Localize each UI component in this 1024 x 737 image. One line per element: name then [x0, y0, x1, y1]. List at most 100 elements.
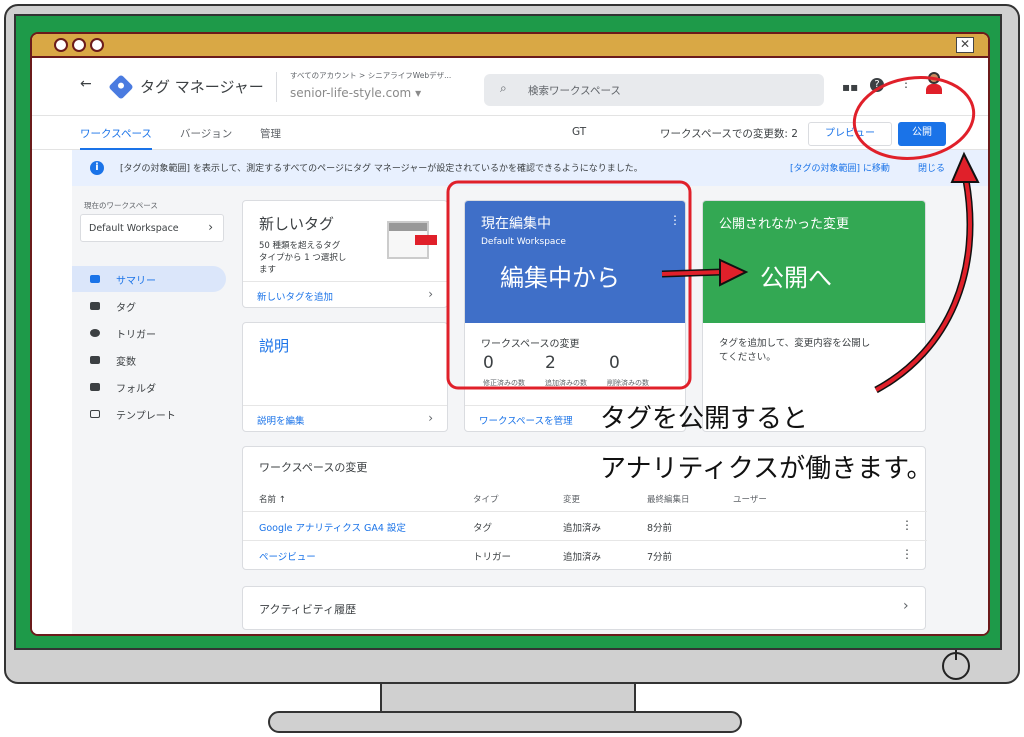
power-icon [942, 644, 970, 680]
count-label: 修正済みの数 [483, 379, 525, 387]
chevron-right-icon: › [428, 411, 433, 425]
sidebar-item-label: サマリー [116, 276, 156, 287]
window-titlebar: ✕ [32, 34, 988, 58]
monitor-neck [380, 684, 636, 714]
row-type: トリガー [473, 552, 512, 563]
preview-button[interactable]: プレビュー [808, 122, 892, 146]
window-dot-icon[interactable] [90, 38, 104, 52]
banner-text: [タグの対象範囲] を表示して、測定するすべてのページにタグ マネージャーが設定… [120, 164, 643, 174]
unpublished-desc: タグを追加して、変更内容を公開し [719, 338, 871, 349]
row-edited: 7分前 [647, 552, 673, 563]
annotation-caption-line2: アナリティクスが働きます。 [600, 454, 933, 484]
workspace-selector[interactable]: Default Workspace › [80, 214, 224, 242]
illustration: ✕ ← タグ マネージャー すべてのアカウント > シニアライフWebデザ...… [0, 0, 1024, 737]
annotation-to-publish: 公開へ [760, 264, 832, 292]
table-row[interactable]: ページビュー トリガー 追加済み 7分前 ⋮ [243, 541, 927, 569]
tab-versions[interactable]: バージョン [180, 126, 232, 141]
sidebar-item-label: テンプレート [116, 411, 176, 422]
more-vert-icon[interactable]: ⋮ [669, 213, 681, 227]
workspace-name: Default Workspace [89, 223, 179, 234]
more-vert-icon[interactable]: ⋮ [901, 518, 913, 532]
sidebar-item-triggers[interactable]: トリガー [72, 320, 226, 346]
tab-admin[interactable]: 管理 [260, 126, 281, 141]
editing-title: 現在編集中 [481, 216, 551, 232]
column-header-user: ユーザー [733, 495, 767, 505]
changes-count: ワークスペースでの変更数: 2 [660, 128, 798, 140]
table-row[interactable]: Google アナリティクス GA4 設定 タグ 追加済み 8分前 ⋮ [243, 512, 927, 540]
activity-history-card[interactable]: アクティビティ履歴 › [242, 586, 926, 630]
search-bar[interactable]: ⌕ 検索ワークスペース [484, 74, 824, 106]
row-edited: 8分前 [647, 523, 673, 534]
info-icon: i [90, 161, 104, 175]
summary-icon [90, 275, 100, 283]
avatar[interactable] [924, 72, 944, 96]
gt-id: GT [572, 126, 587, 138]
window-dot-icon[interactable] [54, 38, 68, 52]
annotation-from-editing: 編集中から [500, 264, 620, 292]
more-vert-icon[interactable]: ⋮ [900, 76, 912, 90]
window-dot-icon[interactable] [72, 38, 86, 52]
workspace-label: 現在のワークスペース [84, 201, 158, 210]
annotation-caption-line1: タグを公開すると [600, 404, 809, 434]
container-name: senior-life-style.com [290, 86, 412, 100]
column-header-change: 変更 [563, 495, 581, 505]
new-tag-desc: タイプから 1 つ選択し [259, 253, 347, 263]
apps-grid-icon[interactable]: ▪▪ [842, 80, 858, 94]
container-selector[interactable]: senior-life-style.com ▾ [290, 86, 421, 100]
account-breadcrumb[interactable]: すべてのアカウント > シニアライフWebデザ... [290, 70, 451, 81]
modified-count: 0 [483, 353, 494, 373]
unpublished-title: 公開されなかった変更 [719, 217, 850, 232]
app-title: タグ マネージャー [140, 78, 264, 96]
tag-manager-app: ← タグ マネージャー すべてのアカウント > シニアライフWebデザ... s… [32, 58, 988, 634]
banner-dismiss[interactable]: 閉じる [918, 161, 945, 174]
column-header-type: タイプ [473, 495, 499, 505]
sidebar-item-variables[interactable]: 変数 [72, 347, 226, 373]
activity-title: アクティビティ履歴 [259, 603, 357, 616]
manage-workspace-label: ワークスペースを管理 [479, 416, 573, 427]
count-label: 削除済みの数 [607, 379, 649, 387]
description-card[interactable]: 説明 説明を編集 › [242, 322, 448, 432]
description-title: 説明 [259, 337, 290, 355]
new-tag-link[interactable]: 新しいタグを追加 › [243, 281, 447, 307]
info-banner: i [タグの対象範囲] を表示して、測定するすべてのページにタグ マネージャーが… [72, 150, 988, 186]
search-placeholder: 検索ワークスペース [528, 85, 621, 97]
deleted-count: 0 [609, 353, 620, 373]
variable-icon [90, 356, 100, 364]
added-count: 2 [545, 353, 556, 373]
more-vert-icon[interactable]: ⋮ [901, 547, 913, 561]
row-change: 追加済み [563, 552, 602, 563]
new-tag-desc: 50 種類を超えるタグ [259, 241, 341, 251]
banner-link[interactable]: [タグの対象範囲] に移動 [790, 161, 890, 174]
count-label: 追加済みの数 [545, 379, 587, 387]
sidebar-item-label: フォルダ [116, 384, 156, 395]
sidebar: 現在のワークスペース Default Workspace › サマリー タグ ト… [72, 186, 232, 634]
sidebar-item-summary[interactable]: サマリー [72, 266, 226, 292]
column-header-name[interactable]: 名前 ↑ [259, 493, 286, 505]
chevron-right-icon: › [208, 220, 213, 234]
sidebar-item-templates[interactable]: テンプレート [72, 401, 226, 427]
new-tag-link-label: 新しいタグを追加 [257, 292, 334, 303]
window-close-icon[interactable]: ✕ [956, 37, 974, 53]
new-tag-card[interactable]: 新しいタグ 50 種類を超えるタグ タイプから 1 つ選択し ます 新しいタグを… [242, 200, 448, 308]
sidebar-item-label: 変数 [116, 357, 136, 368]
nav-tabs: ワークスペース バージョン 管理 GT ワークスペースでの変更数: 2 プレビュ… [32, 116, 988, 150]
folder-icon [90, 383, 100, 391]
template-icon [90, 410, 100, 418]
trigger-icon [90, 329, 100, 337]
row-name[interactable]: Google アナリティクス GA4 設定 [259, 520, 406, 534]
tab-workspace[interactable]: ワークスペース [80, 126, 152, 150]
sidebar-item-tags[interactable]: タグ [72, 293, 226, 319]
sidebar-item-folders[interactable]: フォルダ [72, 374, 226, 400]
edit-description-link[interactable]: 説明を編集 › [243, 405, 447, 431]
chevron-down-icon: ▾ [415, 86, 422, 100]
new-tag-title: 新しいタグ [259, 215, 335, 233]
chevron-right-icon: › [903, 598, 909, 614]
top-bar: ← タグ マネージャー すべてのアカウント > シニアライフWebデザ... s… [32, 58, 988, 116]
chevron-right-icon: › [428, 287, 433, 301]
browser-window: ✕ ← タグ マネージャー すべてのアカウント > シニアライフWebデザ...… [30, 32, 990, 636]
help-icon[interactable]: ? [870, 78, 884, 92]
tag-icon [90, 302, 100, 310]
back-arrow-icon[interactable]: ← [80, 76, 92, 92]
row-name[interactable]: ページビュー [259, 549, 316, 563]
publish-button[interactable]: 公開 [898, 122, 946, 146]
